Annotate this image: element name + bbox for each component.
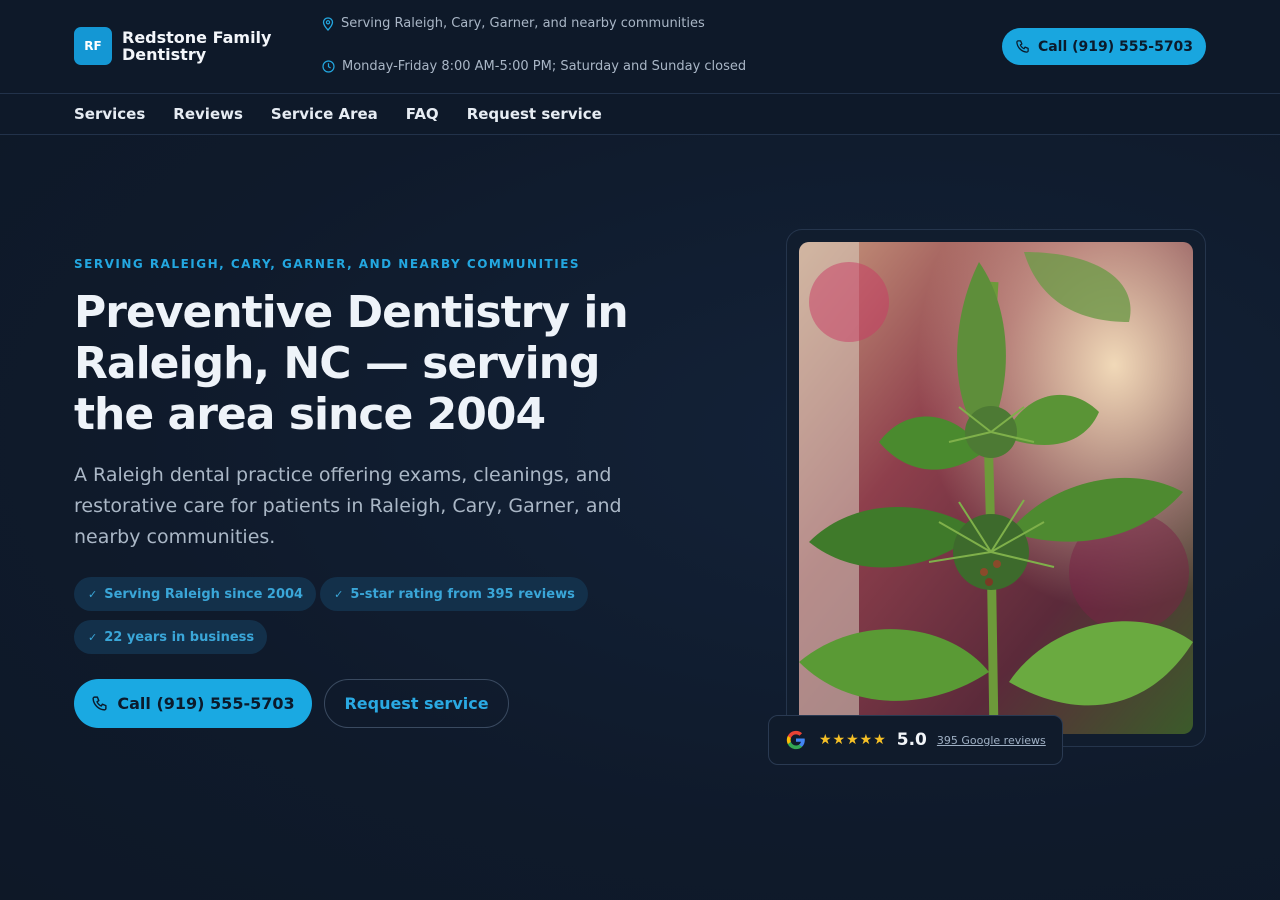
hero-subtext: A Raleigh dental practice offering exams…: [74, 464, 622, 548]
logo-name: Redstone Family Dentistry: [122, 28, 272, 64]
phone-icon: [92, 696, 107, 711]
trust-badges: ✓ Serving Raleigh since 2004 ✓ 5-star ra…: [74, 577, 634, 663]
hero-image-card: [786, 229, 1206, 747]
badge-rating: ✓ 5-star rating from 395 reviews: [320, 577, 588, 611]
clock-icon: [322, 60, 335, 73]
check-icon: ✓: [88, 587, 98, 601]
hours-line: Monday-Friday 8:00 AM-5:00 PM; Saturday …: [322, 59, 746, 74]
plant-photo: [799, 242, 1193, 734]
nav-services[interactable]: Services: [74, 105, 145, 123]
hero-section: SERVING RALEIGH, CARY, GARNER, AND NEARB…: [0, 135, 1280, 900]
logo-badge: RF: [74, 27, 112, 65]
google-reviews-link[interactable]: 395 Google reviews: [937, 734, 1046, 747]
google-icon: [786, 730, 805, 750]
nav-service-area[interactable]: Service Area: [271, 105, 378, 123]
header-call-button[interactable]: Call (919) 555-5703: [1002, 28, 1206, 65]
service-area-line: Serving Raleigh, Cary, Garner, and nearb…: [322, 16, 705, 31]
hero-headline: Preventive Dentistry in Raleigh, NC — se…: [74, 287, 629, 440]
header-call-label: Call (919) 555-5703: [1037, 38, 1194, 55]
hero-call-button[interactable]: Call (919) 555-5703: [74, 679, 312, 728]
logo-link[interactable]: RF Redstone Family Dentistry: [74, 27, 272, 65]
hero-eyebrow: SERVING RALEIGH, CARY, GARNER, AND NEARB…: [74, 257, 581, 271]
badge-label: 5-star rating from 395 reviews: [350, 586, 575, 602]
google-rating-pill: ★★★★★ 5.0 395 Google reviews: [768, 715, 1063, 765]
hero-call-label: Call (919) 555-5703: [117, 694, 295, 713]
hero-request-button[interactable]: Request service: [324, 679, 509, 728]
star-rating-icon: ★★★★★: [819, 732, 887, 748]
hours-text: Monday-Friday 8:00 AM-5:00 PM; Saturday …: [342, 59, 747, 74]
hero-request-label: Request service: [344, 694, 489, 713]
main-nav: Services Reviews Service Area FAQ Reques…: [0, 93, 1280, 135]
badge-label: Serving Raleigh since 2004: [104, 586, 304, 602]
nav-reviews[interactable]: Reviews: [173, 105, 243, 123]
badge-years: ✓ 22 years in business: [74, 620, 268, 654]
nav-request-service[interactable]: Request service: [467, 105, 602, 123]
badge-label: 22 years in business: [104, 629, 255, 645]
site-header: RF Redstone Family Dentistry Serving Ral…: [0, 0, 1280, 93]
check-icon: ✓: [334, 587, 344, 601]
service-area-text: Serving Raleigh, Cary, Garner, and nearb…: [341, 16, 705, 31]
nav-faq[interactable]: FAQ: [406, 105, 439, 123]
hero-photo: [799, 242, 1193, 734]
map-pin-icon: [322, 16, 334, 31]
phone-icon: [1016, 40, 1029, 53]
badge-since-2004: ✓ Serving Raleigh since 2004: [74, 577, 317, 611]
rating-score: 5.0: [896, 730, 927, 750]
check-icon: ✓: [88, 630, 98, 644]
